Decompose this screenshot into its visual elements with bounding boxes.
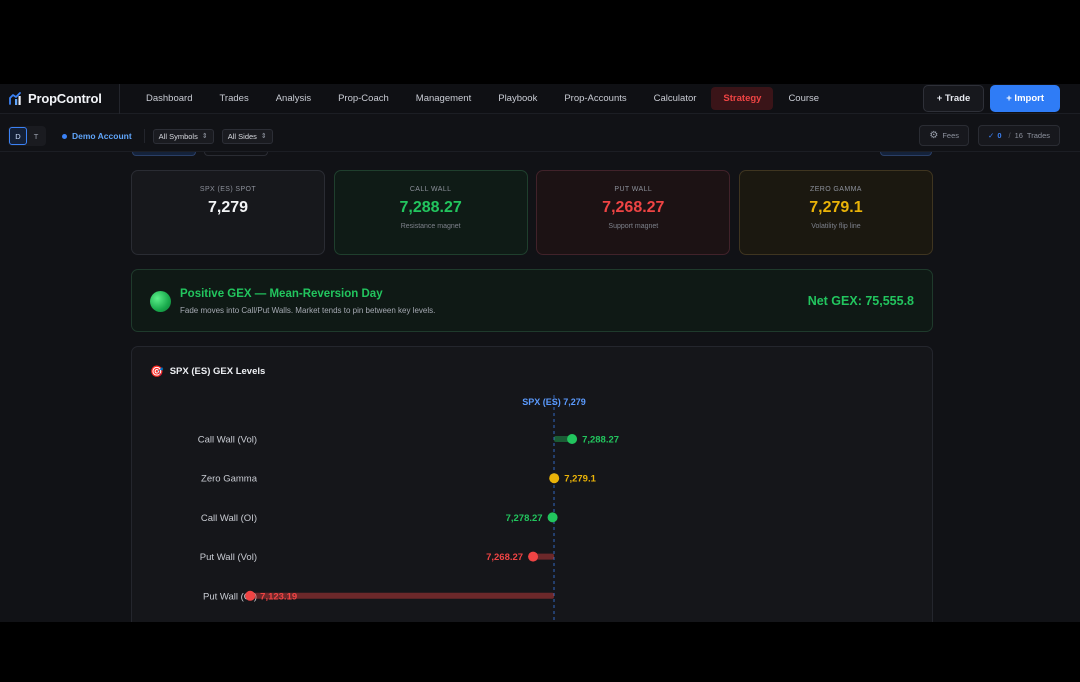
letterbox-bottom [0,622,1080,682]
clipped-tab[interactable] [204,152,268,156]
card-subtitle: Volatility flip line [811,223,861,230]
trades-label: Trades [1026,131,1050,140]
nav-item-trades[interactable]: Trades [207,87,260,110]
card-value: 7,279 [207,199,249,216]
gex-levels-panel: SPX (ES) 7,279 Call Wall (Vol) 7,288.27 Zer… [131,346,933,622]
brand[interactable]: PropControl [0,84,120,114]
trades-separator: / [1008,131,1011,140]
level-point [245,590,256,601]
sides-select-value: All Sides [227,131,257,141]
level-point [547,512,558,523]
level-value-label: 7,268.27 [486,552,523,563]
stat-cards: SPX (ES) SPOT 7,279 CALL WALL 7,288.27 R… [131,170,933,255]
view-toggle: D T [8,126,46,146]
clipped-button[interactable] [880,152,932,156]
nav-item-analysis[interactable]: Analysis [264,87,323,110]
nav-item-calculator[interactable]: Calculator [642,87,709,110]
call-wall-card: CALL WALL 7,288.27 Resistance magnet [333,170,528,255]
card-label: SPX (ES) SPOT [199,186,257,193]
sides-select[interactable]: All Sides ⇕ [221,128,273,144]
card-value: 7,279.1 [809,199,863,216]
level-value-label: 7,279.1 [564,474,596,485]
nav-actions: + Trade + Import [922,85,1060,112]
import-button[interactable]: + Import [990,85,1060,112]
nav-item-strategy[interactable]: Strategy [711,87,774,110]
account-name: Demo Account [72,131,132,141]
top-navigation: PropControl Dashboard Trades Analysis Prop-… [0,84,1080,114]
green-status-icon [150,291,171,312]
fees-label: Fees [942,131,960,140]
nav-item-playbook[interactable]: Playbook [486,87,549,110]
spot-card: SPX (ES) SPOT 7,279 [131,170,325,255]
filter-bar: D T Demo Account All Symbols ⇕ All Sides… [0,121,1080,152]
level-value-label: 7,288.27 [582,435,619,446]
level-value-label: 7,123.19 [260,591,297,602]
subbar-right: ⚙ Fees ✓ 0 / 16 Trades [919,125,1060,146]
target-icon: 🎯 [150,366,164,378]
put-wall-card: PUT WALL 7,268.27 Support magnet [536,170,731,255]
app-window: PropControl Dashboard Trades Analysis Prop-… [0,84,1080,622]
updown-chevron-icon: ⇕ [201,133,208,140]
letterbox-top [0,0,1080,84]
level-point [567,434,578,444]
toggle-d[interactable]: D [9,127,27,145]
card-subtitle: Support magnet [608,223,659,230]
nav-item-dashboard[interactable]: Dashboard [134,87,204,110]
account-status-dot [62,133,67,139]
nav-item-prop-accounts[interactable]: Prop-Accounts [552,87,638,110]
panel-title-text: SPX (ES) GEX Levels [169,366,266,377]
updown-chevron-icon: ⇕ [260,133,267,140]
gex-regime-banner: Positive GEX — Mean-Reversion Day Fade m… [131,269,933,332]
trades-checked: 0 [997,131,1002,140]
add-trade-button[interactable]: + Trade [922,85,985,112]
card-subtitle: Resistance magnet [400,223,461,230]
brand-name: PropControl [28,91,102,106]
nav-item-management[interactable]: Management [404,87,483,110]
check-icon: ✓ [988,131,995,140]
level-row-label: Call Wall (OI) [201,513,257,524]
gex-levels-chart: SPX (ES) 7,279 Call Wall (Vol) 7,288.27 Zer… [198,395,619,622]
card-value: 7,288.27 [399,199,462,216]
account-selector[interactable]: Demo Account [62,129,145,143]
toggle-t[interactable]: T [27,127,45,145]
level-point [528,551,539,562]
regime-title: Positive GEX — Mean-Reversion Day [180,288,383,300]
trades-counter[interactable]: ✓ 0 / 16 Trades [978,125,1060,146]
level-point [549,473,560,484]
card-label: PUT WALL [614,186,653,193]
card-label: ZERO GAMMA [810,186,862,193]
clipped-tab-active[interactable] [132,152,196,156]
nav-items: Dashboard Trades Analysis Prop-Coach Managem… [134,87,834,110]
level-row-label: Call Wall (Vol) [198,435,257,446]
propcontrol-logo-icon [9,91,21,105]
regime-description: Fade moves into Call/Put Walls. Market t… [180,306,436,315]
nav-item-course[interactable]: Course [776,87,831,110]
card-value: 7,268.27 [602,199,665,216]
gear-icon: ⚙ [929,130,939,141]
symbols-select[interactable]: All Symbols ⇕ [152,128,214,144]
zero-gamma-card: ZERO GAMMA 7,279.1 Volatility flip line [738,170,933,255]
spot-label: SPX (ES) 7,279 [522,397,586,407]
trades-total: 16 [1014,131,1023,140]
symbols-select-value: All Symbols [158,131,198,141]
nav-item-prop-coach[interactable]: Prop-Coach [326,87,401,110]
fees-button[interactable]: ⚙ Fees [919,125,970,146]
level-row-label: Put Wall (Vol) [200,552,257,563]
net-gex-value: Net GEX: 75,555.8 [807,294,914,308]
panel-title: 🎯 SPX (ES) GEX Levels [150,365,265,378]
card-label: CALL WALL [409,186,452,193]
level-value-label: 7,278.27 [506,513,543,524]
level-row-label: Zero Gamma [201,474,258,485]
